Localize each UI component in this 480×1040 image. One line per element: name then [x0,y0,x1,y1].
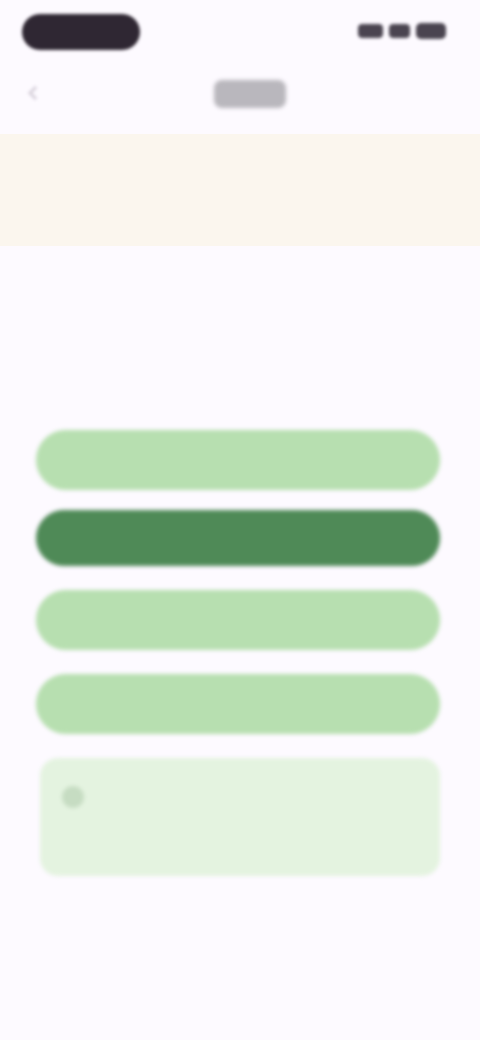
screen [0,0,480,1040]
status-bar [0,0,480,64]
battery-icon [415,23,446,39]
option-1[interactable] [36,430,440,490]
status-time-pill [22,14,140,50]
page-title [214,80,286,108]
section-label [22,250,132,266]
hint-card [40,758,440,876]
nav-bar [0,70,480,118]
option-2-selected[interactable] [36,510,440,566]
wifi-icon [388,24,410,38]
option-4[interactable] [36,674,440,734]
back-button[interactable] [27,84,114,102]
chevron-left-icon [27,85,43,101]
info-icon [62,786,84,808]
options-list [36,430,440,758]
option-3[interactable] [36,590,440,650]
signal-icon [357,24,383,38]
banner [0,134,480,246]
status-indicators [357,20,446,42]
